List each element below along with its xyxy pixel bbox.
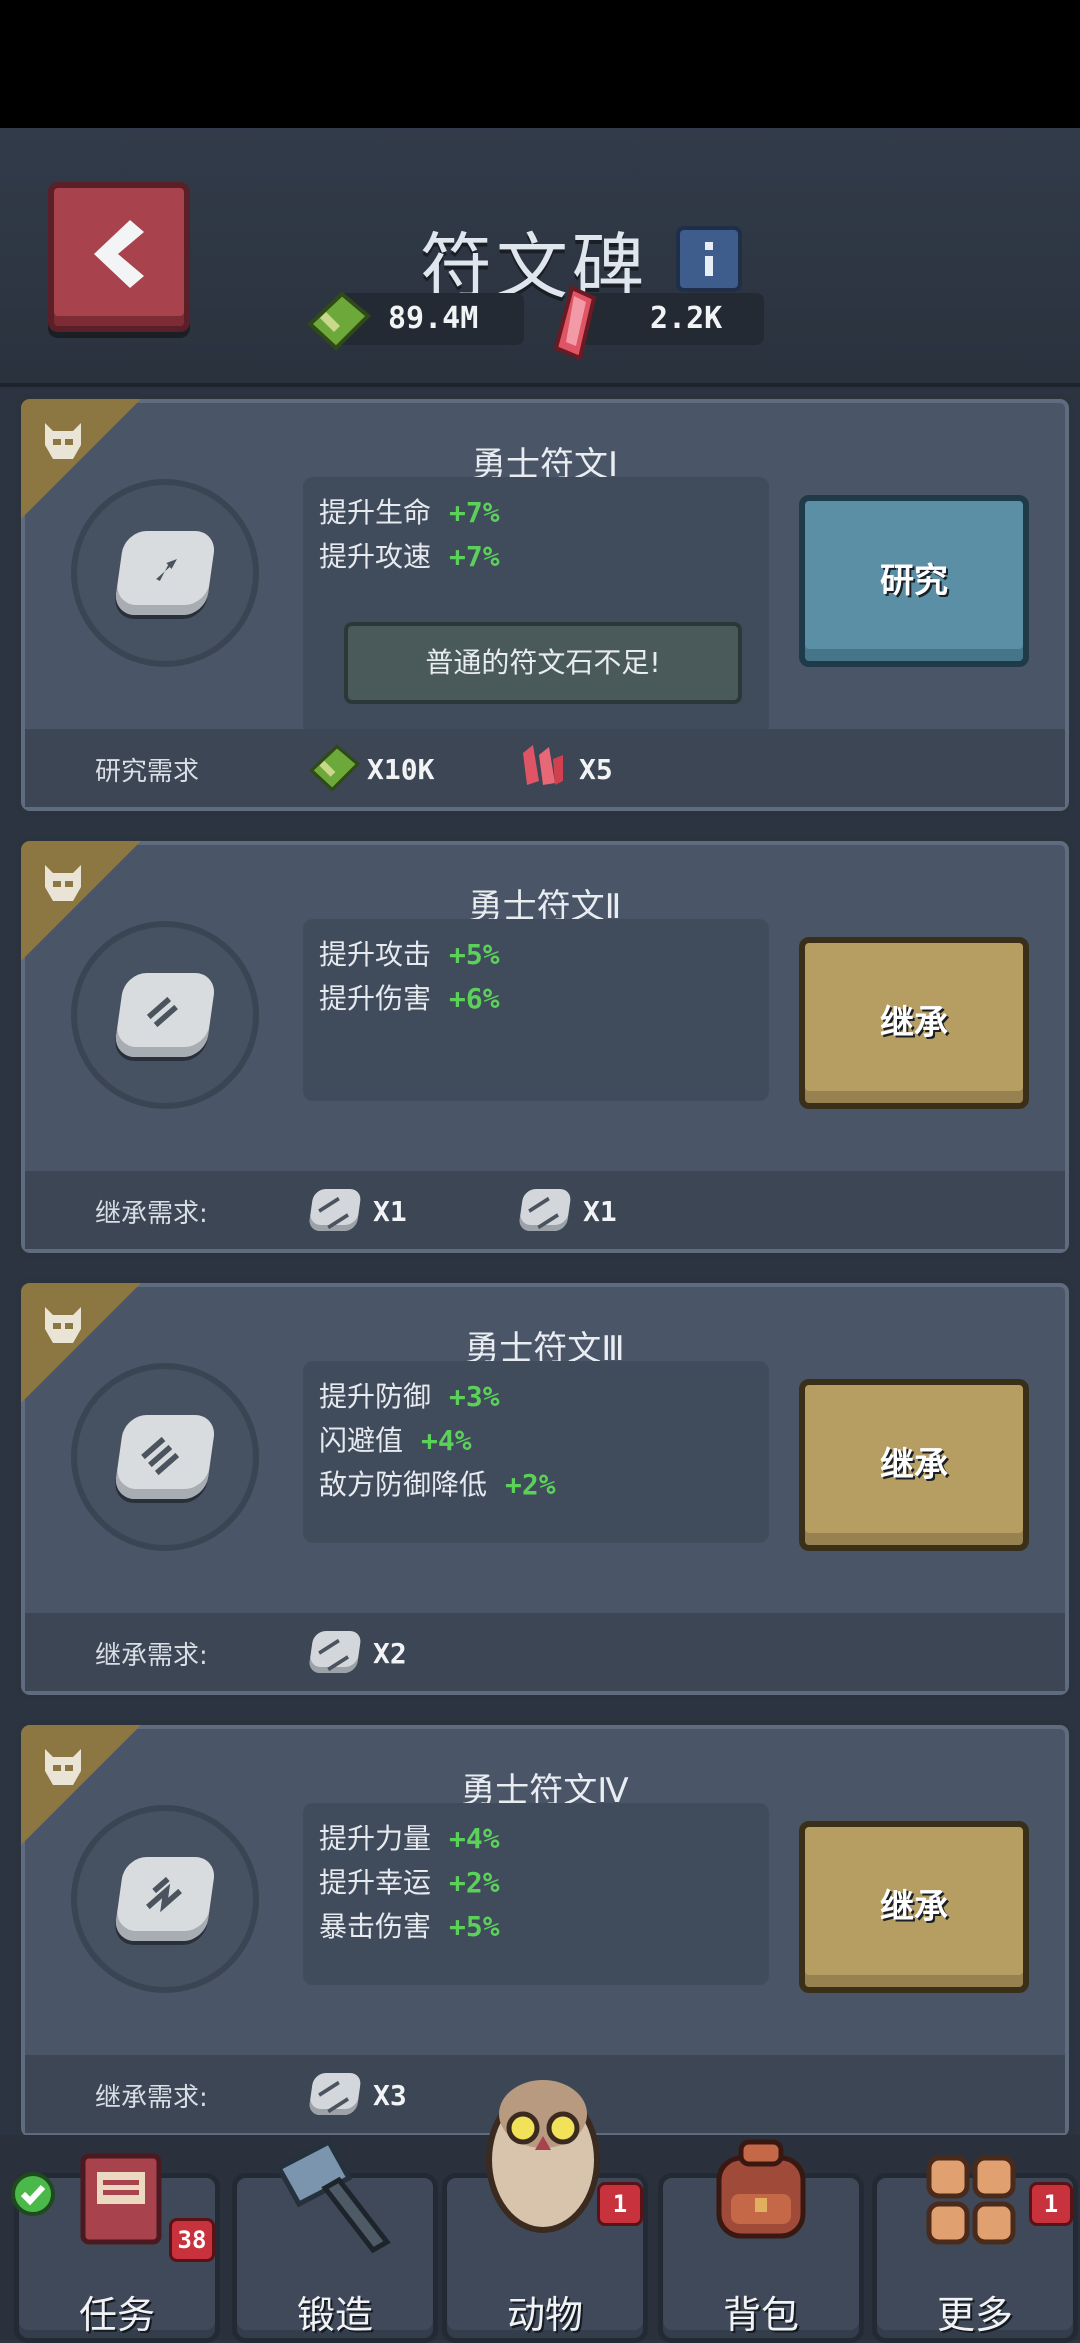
stat-row: 提升攻击 +5% — [319, 938, 500, 971]
inherit-button[interactable]: 继承 — [799, 1821, 1029, 1993]
inherit-button[interactable]: 继承 — [799, 1379, 1029, 1551]
requirement-item: X10K — [305, 741, 434, 795]
cash-icon — [307, 291, 371, 351]
nav-label: 锻造 — [296, 2293, 373, 2337]
stat-row: 提升生命 +7% — [319, 496, 500, 529]
stat-row: 提升伤害 +6% — [319, 982, 500, 1015]
back-button[interactable] — [48, 182, 190, 332]
nav-backpack[interactable]: 背包 — [658, 2139, 864, 2343]
nav-label: 动物 — [506, 2293, 583, 2337]
requirement-bar: 继承需求: X2 — [25, 1613, 1065, 1691]
stat-row: 敌方防御降低 +2% — [319, 1468, 556, 1501]
insufficient-warning: 普通的符文石不足! — [344, 622, 742, 704]
stats-panel: 提升力量 +4% 提升幸运 +2% 暴击伤害 +5% — [303, 1803, 769, 1985]
red-gem-icon — [553, 286, 597, 360]
inherit-button[interactable]: 继承 — [799, 937, 1029, 1109]
requirement-label: 研究需求 — [95, 757, 200, 787]
hammer-icon — [275, 2138, 391, 2254]
nav-pets[interactable]: 1 动物 — [442, 2080, 648, 2343]
red-crystal-icon — [523, 745, 563, 785]
rune-stone-icon — [308, 2073, 362, 2115]
status-bar — [0, 0, 1080, 128]
rune-stone-icon — [308, 1631, 362, 1673]
cash-value: 89.4M — [388, 301, 479, 336]
bottom-nav: 38 任务 锻造 1 动物 背包 1 更多 — [0, 2080, 1080, 2343]
stat-row: 提升幸运 +2% — [319, 1866, 500, 1899]
requirement-item: X5 — [517, 741, 613, 795]
grid-more-icon — [926, 2155, 1016, 2245]
gem-value: 2.2K — [650, 301, 723, 336]
notification-badge: 1 — [1029, 2182, 1073, 2226]
rune-card-1: 勇士符文Ⅰ 提升生命 +7% 提升攻速 +7% 研究 研究需求 X10K X5 — [16, 394, 1074, 816]
requirement-label: 继承需求: — [95, 1641, 208, 1671]
stat-row: 提升攻速 +7% — [319, 540, 500, 573]
rune-slot[interactable] — [71, 921, 259, 1109]
chevron-left-icon — [94, 220, 144, 288]
requirement-bar: 研究需求 X10K X5 — [25, 729, 1065, 807]
requirement-label: 继承需求: — [95, 1199, 208, 1229]
stat-row: 暴击伤害 +5% — [319, 1910, 500, 1943]
rune-stone-icon — [113, 1857, 217, 1941]
nav-forge[interactable]: 锻造 — [232, 2138, 438, 2343]
checkmark-icon — [11, 2172, 55, 2216]
info-icon — [705, 242, 713, 250]
rune-stone-icon — [308, 1189, 362, 1231]
rune-card-3: 勇士符文Ⅲ 提升防御 +3% 闪避值 +4% 敌方防御降低 +2% 继承 继承需求: … — [16, 1278, 1074, 1700]
stat-row: 提升力量 +4% — [319, 1822, 500, 1855]
stat-row: 闪避值 +4% — [319, 1424, 472, 1457]
rune-stone-icon — [113, 1415, 217, 1499]
rune-slot[interactable] — [71, 479, 259, 667]
rune-stone-icon — [113, 531, 217, 615]
nav-label: 背包 — [722, 2293, 799, 2337]
research-button[interactable]: 研究 — [799, 495, 1029, 667]
rune-slot[interactable] — [71, 1363, 259, 1551]
quest-book-icon — [80, 2153, 162, 2245]
nav-label: 任务 — [78, 2293, 155, 2337]
rune-card-2: 勇士符文Ⅱ 提升攻击 +5% 提升伤害 +6% 继承 继承需求: X1 X1 — [16, 836, 1074, 1258]
requirement-label: 继承需求: — [95, 2083, 208, 2113]
notification-badge: 38 — [169, 2218, 215, 2262]
backpack-icon — [716, 2139, 806, 2239]
rune-stone-icon — [518, 1189, 572, 1231]
nav-more[interactable]: 1 更多 — [872, 2155, 1078, 2343]
owl-pet-icon — [486, 2080, 600, 2233]
nav-label: 更多 — [936, 2293, 1013, 2337]
stat-row: 提升防御 +3% — [319, 1380, 500, 1413]
gem-display: 2.2K — [580, 293, 764, 345]
stats-panel: 提升攻击 +5% 提升伤害 +6% — [303, 919, 769, 1101]
cash-icon — [309, 744, 361, 792]
rune-stone-icon — [113, 973, 217, 1057]
info-button[interactable] — [676, 226, 742, 292]
stats-panel: 提升防御 +3% 闪避值 +4% 敌方防御降低 +2% — [303, 1361, 769, 1543]
notification-badge: 1 — [597, 2182, 643, 2226]
requirement-bar: 继承需求: X1 X1 — [25, 1171, 1065, 1249]
rune-slot[interactable] — [71, 1805, 259, 1993]
